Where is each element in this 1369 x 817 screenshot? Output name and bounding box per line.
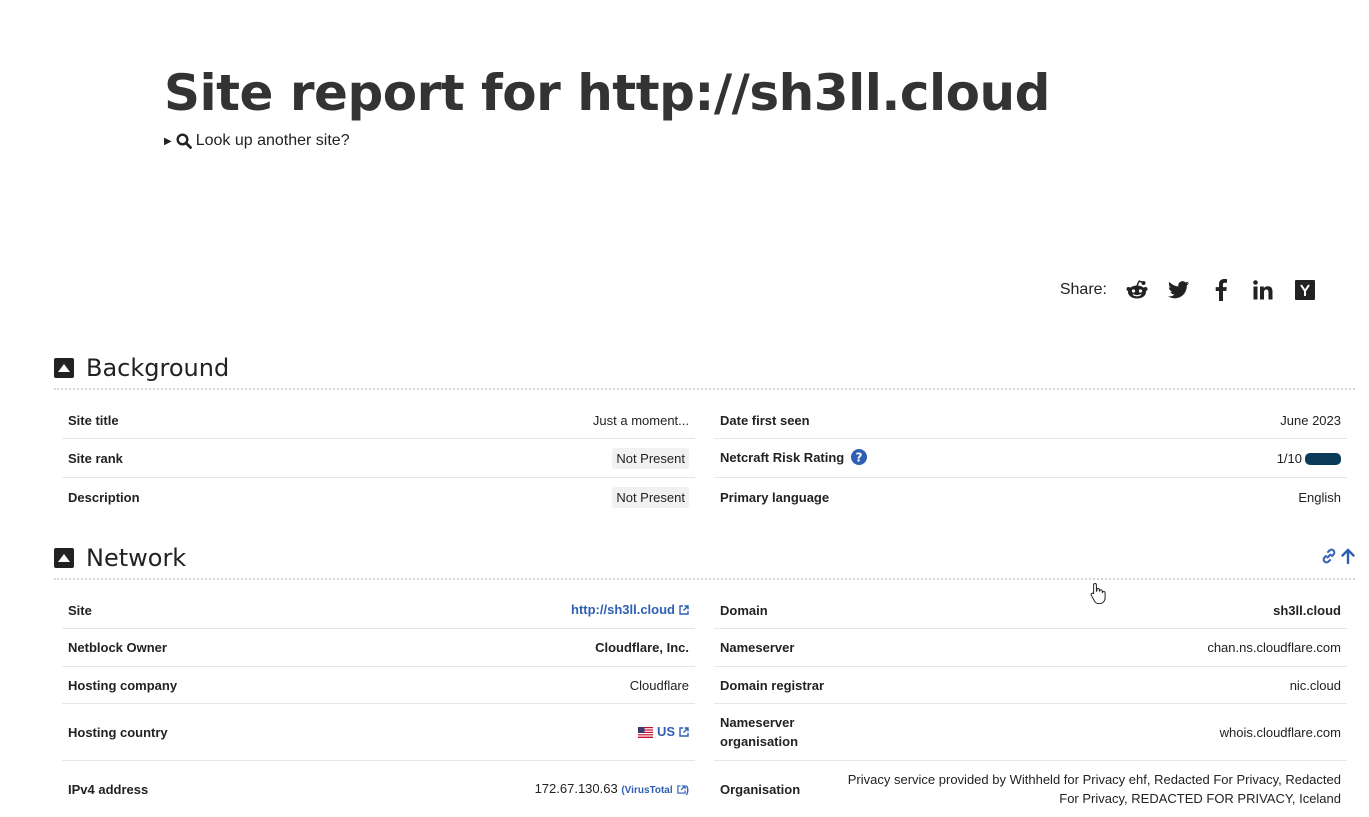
table-row: Site http://sh3ll.cloud (62, 592, 695, 629)
row-value: nic.cloud (1289, 677, 1341, 693)
table-row: Description Not Present (62, 478, 695, 516)
virustotal-close-paren: ) (685, 785, 689, 796)
table-row: Nameserver organisation whois.cloudflare… (714, 704, 1347, 761)
collapse-caret-icon[interactable] (54, 548, 74, 568)
hand-cursor-icon (1090, 582, 1106, 609)
us-flag-icon (637, 726, 653, 741)
risk-rating-label: Netcraft Risk Rating (720, 449, 845, 465)
external-link-icon (676, 782, 686, 797)
table-row: Site title Just a moment... (62, 402, 695, 439)
external-link-icon (679, 725, 689, 740)
netblock-owner-link[interactable]: Cloudflare, Inc. (595, 640, 689, 655)
external-link-icon (679, 603, 689, 618)
row-value: Privacy service provided by Withheld for… (847, 772, 1341, 806)
risk-score: 1/10 (1276, 450, 1302, 466)
row-key: Nameserver organisation (720, 715, 799, 749)
row-key: Domain registrar (720, 677, 825, 693)
table-row: Netblock Owner Cloudflare, Inc. (62, 629, 695, 667)
search-icon (176, 133, 192, 149)
not-present-badge: Not Present (612, 447, 689, 469)
not-present-badge: Not Present (612, 486, 689, 508)
help-icon[interactable]: ? (850, 448, 867, 468)
table-row: Domain sh3ll.cloud (714, 592, 1347, 629)
table-row: Site rank Not Present (62, 439, 695, 478)
risk-bar (1305, 452, 1341, 465)
row-key: Organisation (720, 781, 801, 797)
background-grid: Site title Just a moment... Site rank No… (62, 402, 1347, 516)
background-section-header: Background (54, 348, 1355, 390)
section-title: Network (86, 544, 187, 572)
lookup-label: Look up another site? (195, 132, 350, 149)
disclosure-triangle-icon: ▶ (164, 135, 172, 147)
risk-rating-value: 1/10 (1277, 451, 1341, 466)
row-key: Hosting company (68, 677, 178, 693)
linkedin-icon[interactable] (1251, 278, 1275, 302)
row-key: Netblock Owner (68, 640, 167, 655)
collapse-caret-icon[interactable] (54, 358, 74, 378)
network-left-column: Site http://sh3ll.cloud Netblock Owner C… (62, 592, 695, 817)
lookup-another-site-toggle[interactable]: ▶ Look up another site? (164, 132, 350, 150)
domain-link[interactable]: sh3ll.cloud (1273, 603, 1341, 618)
table-row: Domain registrar nic.cloud (714, 667, 1347, 704)
row-key: Date first seen (720, 412, 810, 428)
table-row: Hosting company Cloudflare (62, 667, 695, 704)
hosting-country-link[interactable]: US (637, 724, 689, 741)
site-link[interactable]: http://sh3ll.cloud (571, 602, 689, 618)
row-key: Description (68, 489, 140, 505)
country-code[interactable]: US (657, 724, 675, 739)
row-key: Site title (68, 412, 119, 428)
twitter-icon[interactable] (1167, 278, 1191, 302)
site-link-text[interactable]: http://sh3ll.cloud (571, 602, 675, 617)
row-value: chan.ns.cloudflare.com (1207, 640, 1341, 655)
row-key: Hosting country (68, 724, 168, 740)
facebook-icon[interactable] (1209, 278, 1233, 302)
permalink-icon[interactable] (1321, 548, 1337, 569)
table-row: IPv4 address 172.67.130.63 (VirusTotal) (62, 761, 695, 817)
section-links (1321, 547, 1355, 569)
table-row: Netcraft Risk Rating ? 1/10 (714, 439, 1347, 478)
table-row: Organisation Privacy service provided by… (714, 761, 1347, 817)
ipv4-address: 172.67.130.63 (534, 781, 618, 796)
row-key: Site (68, 602, 92, 618)
svg-text:?: ? (855, 450, 862, 464)
network-grid: Site http://sh3ll.cloud Netblock Owner C… (62, 592, 1347, 817)
page-title: Site report for http://sh3ll.cloud (164, 64, 1050, 122)
row-value: June 2023 (1280, 412, 1341, 428)
row-key: IPv4 address (68, 781, 149, 797)
background-right-column: Date first seen June 2023 Netcraft Risk … (714, 402, 1347, 516)
table-row: Date first seen June 2023 (714, 402, 1347, 439)
background-left-column: Site title Just a moment... Site rank No… (62, 402, 695, 516)
reddit-icon[interactable] (1125, 278, 1149, 302)
row-value: whois.cloudflare.com (1219, 724, 1341, 740)
virustotal-link[interactable]: (VirusTotal (621, 785, 672, 796)
row-value: Cloudflare (629, 677, 689, 693)
row-key-risk: Netcraft Risk Rating ? (720, 448, 867, 468)
network-right-column: Domain sh3ll.cloud Nameserver chan.ns.cl… (714, 592, 1347, 817)
network-section-header: Network (54, 538, 1355, 580)
share-label: Share: (1059, 281, 1107, 298)
row-key: Nameserver (720, 640, 795, 655)
row-key: Site rank (68, 450, 123, 466)
row-value: English (1298, 489, 1341, 505)
table-row: Hosting country US (62, 704, 695, 761)
ipv4-value: 172.67.130.63 (VirusTotal) (535, 781, 689, 797)
row-key: Primary language (720, 489, 830, 505)
section-title: Background (86, 354, 230, 382)
row-value: Just a moment... (592, 412, 689, 428)
table-row: Primary language English (714, 478, 1347, 516)
hackernews-icon[interactable] (1293, 278, 1317, 302)
row-key: Domain (720, 602, 768, 618)
table-row: Nameserver chan.ns.cloudflare.com (714, 629, 1347, 667)
share-bar: Share: (1060, 278, 1317, 302)
back-to-top-icon[interactable] (1341, 547, 1355, 569)
